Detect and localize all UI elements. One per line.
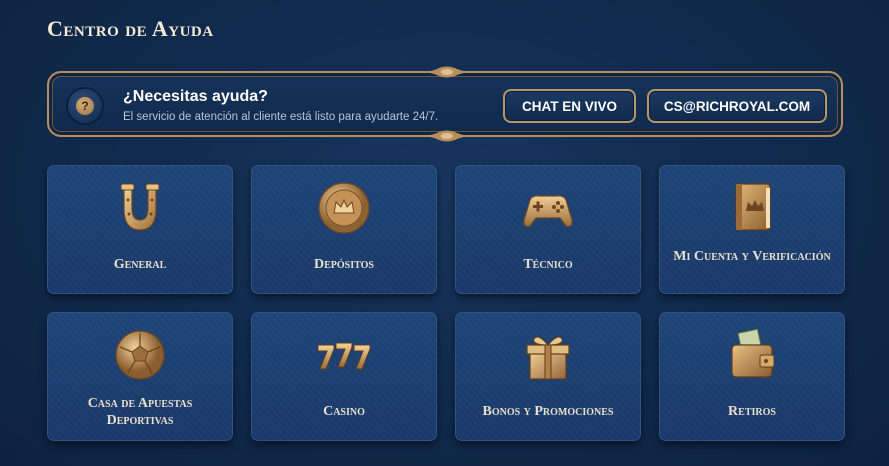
category-bonuses-promotions[interactable]: Bonos y Promociones [455, 312, 641, 441]
gamepad-icon [523, 195, 573, 227]
category-casino[interactable]: Casino [251, 312, 437, 441]
wallet-icon [731, 328, 775, 378]
slot-777-icon [317, 342, 371, 370]
category-deposits[interactable]: Depósitos [251, 165, 437, 294]
soccer-ball-icon [115, 330, 165, 380]
category-sports-betting[interactable]: Casa de Apuestas Deportivas [47, 312, 233, 441]
crown-coin-icon [318, 182, 370, 234]
category-label: Técnico [523, 257, 573, 272]
category-label: Casino [323, 404, 365, 419]
category-label: Retiros [728, 404, 776, 419]
page-title: Centro de Ayuda [47, 16, 214, 41]
ornament-top [417, 66, 477, 78]
category-general[interactable]: General [47, 165, 233, 294]
category-label: General [113, 257, 167, 272]
crown-book-icon [735, 183, 771, 231]
live-chat-button[interactable]: CHAT EN VIVO [503, 89, 636, 123]
help-title: ¿Necesitas ayuda? [123, 88, 268, 105]
question-icon: ? [68, 89, 102, 123]
ornament-bottom [417, 130, 477, 142]
horseshoe-icon [120, 183, 160, 231]
category-label: Depósitos [314, 257, 374, 272]
category-withdrawals[interactable]: Retiros [659, 312, 845, 441]
category-technical[interactable]: Técnico [455, 165, 641, 294]
category-account-verification[interactable]: Mi Cuenta y Verificación [659, 165, 845, 294]
help-subtitle: El servicio de atención al cliente está … [123, 111, 439, 123]
category-label: Mi Cuenta y Verificación [673, 249, 831, 264]
category-label: Casa de Apuestas Deportivas [87, 396, 193, 428]
category-label: Bonos y Promociones [482, 404, 614, 419]
gift-box-icon [526, 336, 570, 380]
email-support-button[interactable]: CS@RICHROYAL.COM [647, 89, 827, 123]
help-banner: ? ¿Necesitas ayuda? El servicio de atenc… [47, 66, 843, 142]
